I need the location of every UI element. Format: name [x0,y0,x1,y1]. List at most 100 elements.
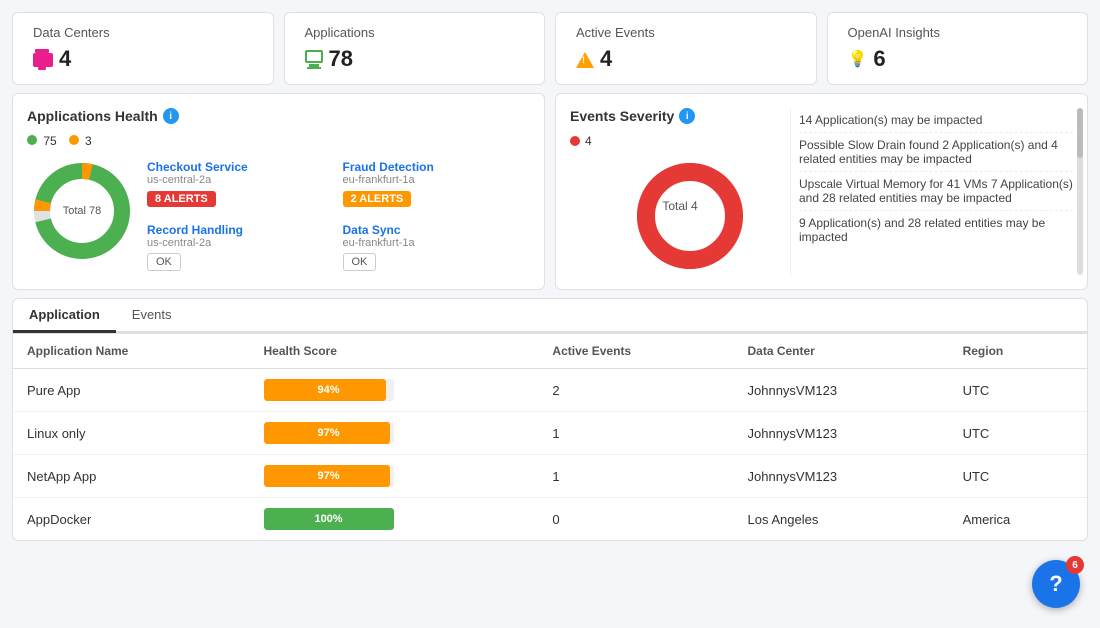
table-header: Application Name Health Score Active Eve… [13,334,1087,369]
row-region-2: UTC [949,455,1087,498]
table-row: Linux only 97% 1JohnnysVM123UTC [13,412,1087,455]
row-dc-3: Los Angeles [734,498,949,541]
help-badge: 6 [1066,556,1084,574]
tab-container: Application Events [12,298,1088,334]
sev-msg-2: Upscale Virtual Memory for 41 VMs 7 Appl… [799,172,1073,211]
row-app-name-0: Pure App [13,369,250,412]
table-row: AppDocker 100% 0Los AngelesAmerica [13,498,1087,541]
openai-insights-card[interactable]: OpenAI Insights 💡 6 [827,12,1089,85]
app-health-donut: Total 78 [27,156,137,266]
app-name-3[interactable]: Data Sync [343,223,531,237]
app-loc-2: us-central-2a [147,237,335,249]
app-card-0: Checkout Service us-central-2a 8 ALERTS [147,156,335,211]
row-region-3: America [949,498,1087,541]
legend-row: 75 3 [27,134,530,148]
col-health-score: Health Score [250,334,539,369]
tab-bar: Application Events [13,299,1087,333]
app-health-info-icon[interactable]: i [163,108,179,124]
sev-critical-dot [570,136,580,146]
events-severity-title: Events Severity i [570,108,790,124]
row-region-0: UTC [949,369,1087,412]
table-body: Pure App 94% 2JohnnysVM123UTC Linux only 97%… [13,369,1087,541]
col-app-name: Application Name [13,334,250,369]
bulb-icon: 💡 [848,49,868,69]
data-centers-title: Data Centers [33,25,253,40]
row-events-3: 0 [538,498,733,541]
app-badge-1: 2 ALERTS [343,191,412,207]
app-name-2[interactable]: Record Handling [147,223,335,237]
donut-total-label: Total 78 [63,205,102,217]
app-loc-0: us-central-2a [147,174,335,186]
row-health-0: 94% [250,369,539,412]
events-severity-panel: Events Severity i 4 Total 4 14 Applicati… [555,93,1088,290]
col-data-center: Data Center [734,334,949,369]
app-badge-0: 8 ALERTS [147,191,216,207]
legend-orange: 3 [69,134,92,148]
dc-icon [33,53,53,67]
help-fab[interactable]: 6 ? [1032,560,1080,608]
data-table: Application Name Health Score Active Eve… [12,334,1088,541]
tab-events[interactable]: Events [116,299,188,333]
app-loc-3: eu-frankfurt-1a [343,237,531,249]
health-bar-label-3: 100% [314,513,342,525]
app-health-body: Total 78 Checkout Service us-central-2a … [27,156,530,275]
app-card-2: Record Handling us-central-2a OK [147,219,335,275]
app-badge-3: OK [343,253,377,271]
help-icon: ? [1049,571,1062,597]
events-messages: 14 Application(s) may be impacted Possib… [790,108,1073,275]
health-bar-label-2: 97% [318,470,340,482]
row-events-1: 1 [538,412,733,455]
monitor-icon [305,50,323,69]
events-info-icon[interactable]: i [679,108,695,124]
data-centers-card[interactable]: Data Centers 4 [12,12,274,85]
sev-msg-3: 9 Application(s) and 28 related entities… [799,211,1073,249]
sev-total-label: Total 4 [662,199,697,213]
row-dc-2: JohnnysVM123 [734,455,949,498]
sev-msg-1: Possible Slow Drain found 2 Application(… [799,133,1073,172]
row-dc-1: JohnnysVM123 [734,412,949,455]
active-events-title: Active Events [576,25,796,40]
app-loc-1: eu-frankfurt-1a [343,174,531,186]
main-panels: Applications Health i 75 3 [0,93,1100,298]
legend-green: 75 [27,134,57,148]
app-card-3: Data Sync eu-frankfurt-1a OK [343,219,531,275]
table-row: Pure App 94% 2JohnnysVM123UTC [13,369,1087,412]
app-name-1[interactable]: Fraud Detection [343,160,531,174]
health-bar-label-0: 94% [318,384,340,396]
events-left: Events Severity i 4 Total 4 [570,108,790,275]
row-app-name-1: Linux only [13,412,250,455]
tab-application[interactable]: Application [13,299,116,333]
app-card-1: Fraud Detection eu-frankfurt-1a 2 ALERTS [343,156,531,211]
row-events-0: 2 [538,369,733,412]
applications-title: Applications [305,25,525,40]
openai-insights-value: 💡 6 [848,46,1068,72]
active-events-card[interactable]: Active Events ! 4 [555,12,817,85]
sev-donut: Total 4 [630,156,730,256]
row-health-3: 100% [250,498,539,541]
row-region-1: UTC [949,412,1087,455]
row-app-name-3: AppDocker [13,498,250,541]
sev-legend: 4 [570,134,790,148]
scrollbar-track[interactable] [1077,108,1083,275]
table-row: NetApp App97%1JohnnysVM123UTC [13,455,1087,498]
app-name-0[interactable]: Checkout Service [147,160,335,174]
bottom-section: Application Events Application Name Heal… [0,298,1100,553]
row-health-1: 97% [250,412,539,455]
row-events-2: 1 [538,455,733,498]
top-cards-row: Data Centers 4 Applications 78 Active Ev… [0,0,1100,93]
applications-card[interactable]: Applications 78 [284,12,546,85]
openai-insights-title: OpenAI Insights [848,25,1068,40]
row-health-2: 97% [250,455,539,498]
app-health-title: Applications Health i [27,108,530,124]
scrollbar-thumb[interactable] [1077,108,1083,158]
health-bar-label-1: 97% [318,427,340,439]
applications-value: 78 [305,46,525,72]
app-badge-2: OK [147,253,181,271]
active-events-value: ! 4 [576,46,796,72]
sev-msg-0: 14 Application(s) may be impacted [799,108,1073,133]
data-centers-value: 4 [33,46,253,72]
row-dc-0: JohnnysVM123 [734,369,949,412]
col-region: Region [949,334,1087,369]
app-cards-grid: Checkout Service us-central-2a 8 ALERTS … [147,156,530,275]
col-active-events: Active Events [538,334,733,369]
